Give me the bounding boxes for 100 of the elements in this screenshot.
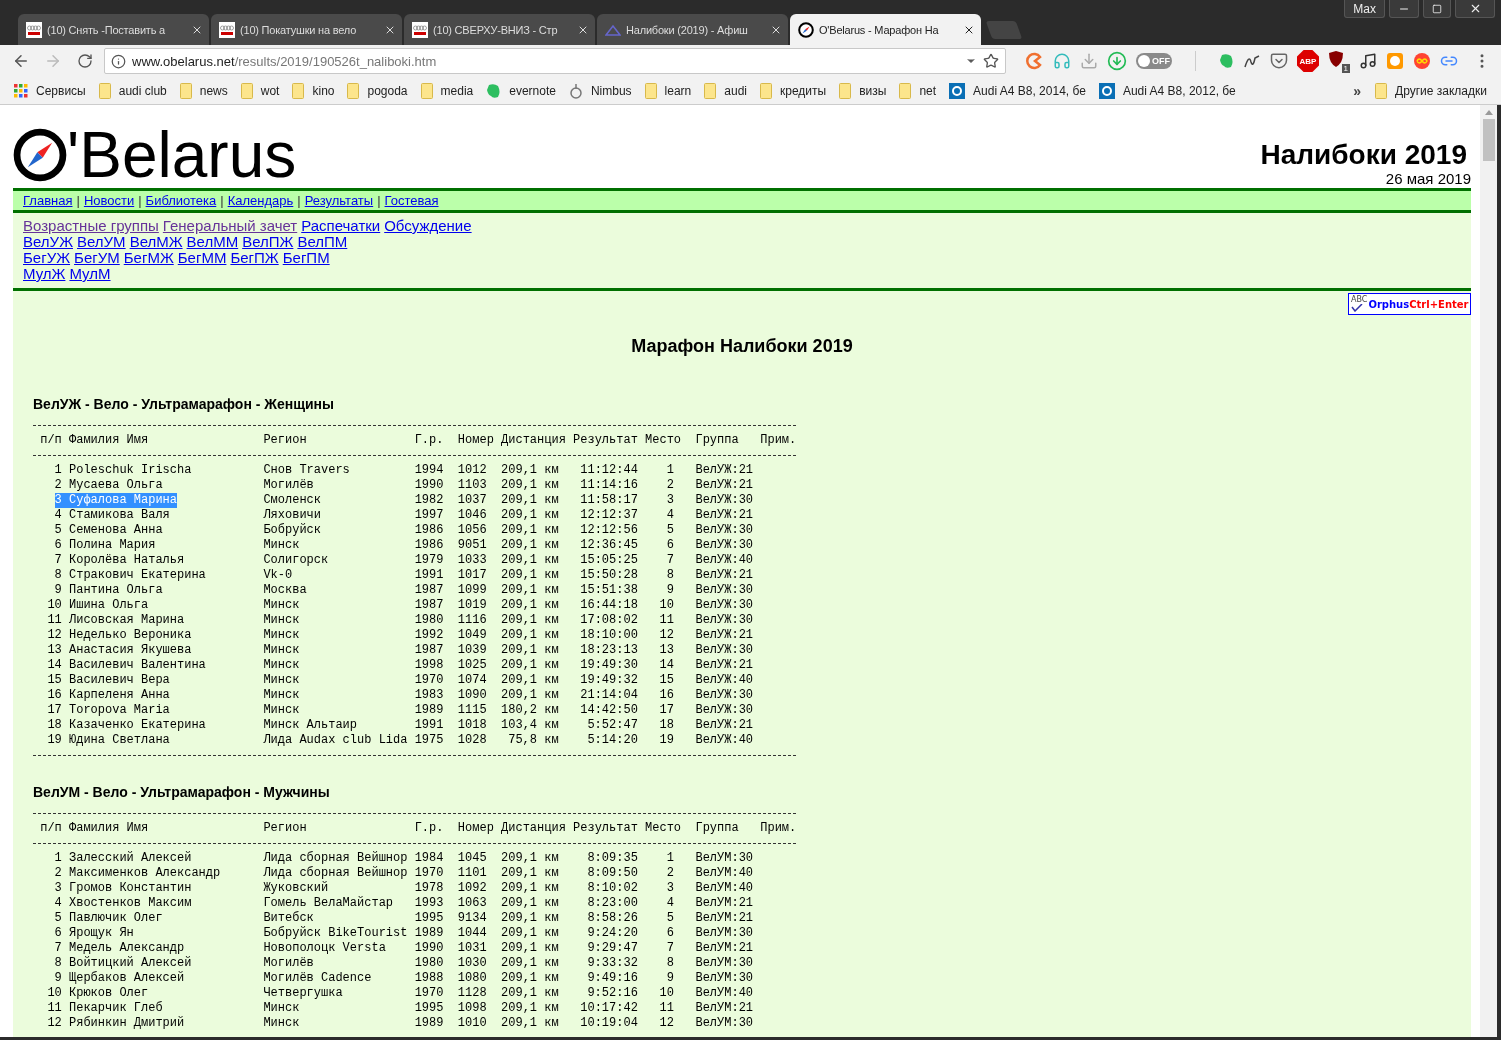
table-cell-text: 1092 — [457, 881, 488, 896]
close-window-button[interactable] — [1455, 0, 1495, 18]
rings-icon — [219, 21, 235, 38]
table-cell-text: 5 — [665, 911, 675, 926]
bookmark[interactable]: audi — [704, 82, 747, 99]
bookmark[interactable]: pogoda — [347, 82, 408, 99]
bookmark[interactable]: audi club — [98, 82, 167, 99]
signature-icon[interactable] — [1243, 52, 1261, 70]
table-cell-text: 1989 — [414, 926, 445, 941]
table-cell-text: 9:24:20 — [586, 926, 639, 941]
infinity-icon[interactable] — [1413, 52, 1431, 70]
check-icon — [1351, 304, 1363, 312]
table-cell: 7 — [54, 941, 62, 956]
subnav-link[interactable]: БегПМ — [282, 250, 330, 266]
table-cell-text: 209,1 км — [501, 911, 560, 926]
column-header: Результат — [572, 433, 639, 448]
subnav-link[interactable]: БегУЖ — [23, 250, 71, 266]
more-bookmarks-button[interactable]: » — [1353, 82, 1362, 99]
scroll-thumb[interactable] — [1482, 119, 1495, 161]
bookmark[interactable]: news — [179, 82, 228, 99]
nav-link[interactable]: Новости — [83, 193, 135, 208]
bookmark[interactable]: wot — [240, 82, 280, 99]
browser-tab[interactable]: (10) Снять -Поставить а — [18, 14, 209, 45]
table-cell: 2 — [54, 866, 62, 881]
pocket-icon[interactable] — [1270, 52, 1288, 70]
subnav-link[interactable]: БегПЖ — [230, 250, 279, 266]
subnav-link[interactable]: Распечатки — [301, 218, 381, 234]
subnav-link[interactable]: ВелММ — [186, 234, 239, 250]
nav-link[interactable]: Гостевая — [384, 193, 439, 208]
table-cell: 17 — [47, 703, 62, 718]
bookmark[interactable]: Audi A4 B8, 2014, бе — [949, 82, 1086, 99]
column-header: Результат — [572, 821, 639, 836]
bookmark[interactable]: Audi A4 B8, 2012, бе — [1098, 82, 1236, 99]
reload-icon[interactable] — [77, 53, 93, 69]
adblock-icon[interactable]: ABP — [1297, 50, 1319, 72]
subnav-link[interactable]: Обсуждение — [384, 218, 472, 234]
address-bar[interactable]: www.obelarus.net/results/2019/190526t_naliboki.htm — [104, 48, 1006, 74]
table-cell-text: ВелУМ:30 — [695, 851, 755, 866]
subnav-link[interactable]: БегММ — [177, 250, 227, 266]
table-cell-text: 1045 — [457, 851, 488, 866]
bookmark[interactable]: кредиты — [760, 82, 827, 99]
music-note-icon[interactable] — [1359, 52, 1377, 70]
subnav-link[interactable]: Генеральный зачет — [162, 218, 298, 234]
table-cell-text: 11 — [658, 613, 675, 628]
subnav-link[interactable]: Возрастные группы — [23, 218, 159, 234]
table-cell-text: 1019 — [457, 598, 488, 613]
table-cell-text: 10:19:04 — [579, 1016, 639, 1031]
nav-link[interactable]: Библиотека — [145, 193, 217, 208]
bookmark[interactable]: Nimbus — [568, 82, 632, 99]
minimize-button[interactable] — [1389, 0, 1419, 18]
bookmark[interactable]: kino — [292, 82, 335, 99]
bookmark[interactable]: net — [899, 82, 937, 99]
bookmark[interactable]: media — [420, 82, 474, 99]
subnav-link[interactable]: ВелПМ — [297, 234, 348, 250]
subnav-link[interactable]: ВелПЖ — [242, 234, 294, 250]
nav-link[interactable]: Главная — [23, 193, 73, 208]
nav-link[interactable]: Календарь — [227, 193, 294, 208]
table-cell-text: 1980 — [414, 956, 445, 971]
scrollbar[interactable] — [1480, 105, 1497, 1037]
profile-button[interactable]: Max — [1344, 0, 1385, 18]
nav-link[interactable]: Результаты — [304, 193, 374, 208]
table-cell-text: Минск Альтаир — [263, 718, 359, 733]
subnav-link[interactable]: ВелУМ — [77, 234, 126, 250]
table-cell: 3 — [54, 881, 62, 896]
maximize-icon[interactable] — [1432, 3, 1442, 14]
table-cell-text: ВелУМ:30 — [695, 1016, 755, 1031]
bookmark[interactable]: визы — [839, 82, 887, 99]
bookmark[interactable]: learn — [644, 82, 692, 99]
browser-tab[interactable]: O'Belarus - Марафон На — [790, 14, 981, 45]
table-cell-text: 9134 — [457, 911, 488, 926]
table-cell-text: 1970 — [414, 986, 445, 1001]
subnav-link[interactable]: ВелМЖ — [129, 234, 183, 250]
bookmark-folder[interactable]: Другие закладки — [1375, 82, 1487, 99]
browser-tab[interactable]: (10) СВЕРХУ-ВНИЗ - Стр — [404, 14, 595, 45]
subnav-link[interactable]: БегУМ — [74, 250, 120, 266]
table-cell-text: ВелУЖ:30 — [695, 523, 755, 538]
table-cell-text: 1970 — [414, 866, 445, 881]
subnav-link[interactable]: БегМЖ — [123, 250, 174, 266]
table-cell-text: 1975 — [414, 733, 445, 748]
table-cell-text: ВелУЖ:30 — [695, 643, 755, 658]
column-header: Регион — [263, 433, 308, 448]
table-cell-text: 1115 — [457, 703, 488, 718]
subnav-link[interactable]: МулЖ — [23, 266, 66, 282]
bookmark[interactable]: evernote — [486, 82, 556, 99]
table-cell-text: Ляховичи — [263, 508, 322, 523]
bookmark[interactable]: Сервисы — [14, 83, 86, 98]
table-cell-text: 9:29:47 — [586, 941, 639, 956]
table-cell-text: 6 — [665, 538, 675, 553]
subnav-link[interactable]: ВелУЖ — [23, 234, 73, 250]
browser-tab[interactable]: Налибоки (2019) - Афиш — [597, 14, 788, 45]
table-cell-text: 1991 — [414, 718, 445, 733]
bookmark-star-icon[interactable] — [983, 53, 999, 69]
maximize-button[interactable] — [1423, 0, 1451, 18]
table-cell-text: 1987 — [414, 598, 445, 613]
table-cell-text: Неделько Вероника — [68, 628, 192, 643]
table-cell: 4 — [54, 896, 62, 911]
subnav-link[interactable]: МулМ — [69, 266, 111, 282]
info-icon[interactable] — [111, 53, 126, 69]
browser-tab[interactable]: (10) Покатушки на вело — [211, 14, 402, 45]
table-cell-text: 209,1 км — [501, 658, 560, 673]
